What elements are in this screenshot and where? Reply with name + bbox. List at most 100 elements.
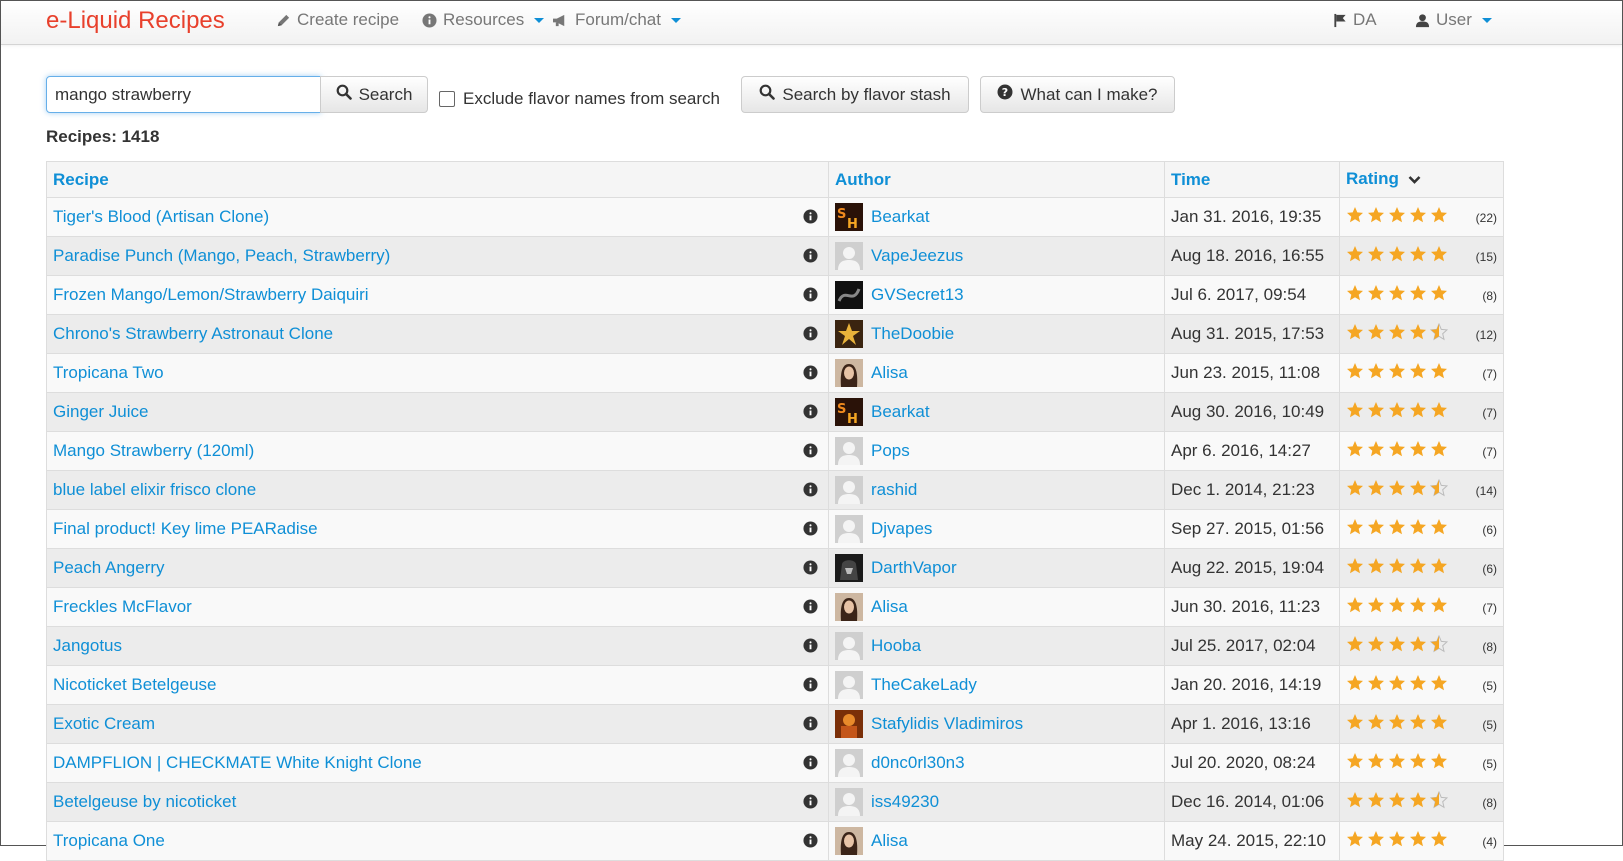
recipe-link[interactable]: Exotic Cream [53,714,155,733]
avatar[interactable] [835,827,863,855]
star-icon [1346,206,1364,229]
avatar[interactable] [835,320,863,348]
avatar[interactable] [835,710,863,738]
recipe-link[interactable]: Nicoticket Betelgeuse [53,675,216,694]
author-link[interactable]: Hooba [871,636,921,656]
author-link[interactable]: iss49230 [871,792,939,812]
avatar[interactable] [835,515,863,543]
avatar[interactable] [835,281,863,309]
author-link[interactable]: Alisa [871,597,908,617]
recipe-link[interactable]: DAMPFLION | CHECKMATE White Knight Clone [53,753,422,772]
search-input[interactable] [46,76,321,113]
recipe-link[interactable]: Freckles McFlavor [53,597,192,616]
rating-cell: (5) [1339,704,1504,744]
info-circle-icon[interactable] [803,248,818,268]
info-circle-icon[interactable] [803,443,818,463]
table-header-row: Recipe Author Time Rating [46,161,1504,198]
recipe-link[interactable]: Ginger Juice [53,402,148,421]
recipe-link[interactable]: blue label elixir frisco clone [53,480,256,499]
author-link[interactable]: DarthVapor [871,558,957,578]
author-link[interactable]: Djvapes [871,519,932,539]
recipe-link[interactable]: Tropicana One [53,831,165,850]
nav-language[interactable]: DA [1333,10,1377,30]
star-icon [1388,440,1406,463]
avatar[interactable] [835,437,863,465]
avatar[interactable] [835,554,863,582]
info-circle-icon[interactable] [803,560,818,580]
nav-create-recipe[interactable]: Create recipe [276,10,399,30]
avatar[interactable]: SH [835,203,863,231]
author-link[interactable]: rashid [871,480,917,500]
column-header-recipe[interactable]: Recipe [46,161,829,198]
nav-user[interactable]: User [1415,10,1492,30]
author-link[interactable]: Bearkat [871,207,930,227]
rating-count: (12) [1475,328,1497,342]
info-circle-icon[interactable] [803,833,818,853]
recipe-link[interactable]: Betelgeuse by nicoticket [53,792,236,811]
column-header-time[interactable]: Time [1164,161,1340,198]
avatar[interactable] [835,242,863,270]
info-circle-icon[interactable] [803,404,818,424]
exclude-flavors-checkbox[interactable] [439,91,455,107]
info-circle-icon[interactable] [803,482,818,502]
info-circle-icon[interactable] [803,794,818,814]
avatar[interactable]: SH [835,398,863,426]
info-circle-icon[interactable] [803,365,818,385]
column-header-rating[interactable]: Rating [1339,161,1504,198]
svg-text:S: S [837,402,846,417]
info-circle-icon[interactable] [803,677,818,697]
nav-language-label: DA [1353,10,1377,29]
recipe-link[interactable]: Mango Strawberry (120ml) [53,441,254,460]
avatar[interactable] [835,476,863,504]
star-icon [1388,284,1406,307]
author-link[interactable]: Stafylidis Vladimiros [871,714,1023,734]
recipe-link[interactable]: Tiger's Blood (Artisan Clone) [53,207,269,226]
author-link[interactable]: Pops [871,441,910,461]
recipe-link[interactable]: Final product! Key lime PEARadise [53,519,318,538]
recipe-link[interactable]: Peach Angerry [53,558,165,577]
brand-logo[interactable]: e-Liquid Recipes [46,7,225,35]
what-can-i-make-button[interactable]: ? What can I make? [980,76,1175,113]
star-icon [1388,206,1406,229]
avatar[interactable] [835,593,863,621]
author-link[interactable]: Alisa [871,831,908,851]
search-button[interactable]: Search [320,76,428,113]
author-link[interactable]: Alisa [871,363,908,383]
info-circle-icon[interactable] [803,209,818,229]
info-circle-icon[interactable] [803,287,818,307]
avatar[interactable] [835,632,863,660]
author-link[interactable]: GVSecret13 [871,285,964,305]
rating-cell: (8) [1339,275,1504,315]
star-icon [1409,284,1427,307]
author-cell: Alisa [828,821,1165,861]
search-by-stash-button[interactable]: Search by flavor stash [741,76,969,113]
info-circle-icon[interactable] [803,521,818,541]
recipe-link[interactable]: Frozen Mango/Lemon/Strawberry Daiquiri [53,285,369,304]
recipe-link[interactable]: Paradise Punch (Mango, Peach, Strawberry… [53,246,390,265]
recipe-link[interactable]: Jangotus [53,636,122,655]
nav-resources[interactable]: Resources [422,10,545,30]
star-rating [1346,362,1448,385]
avatar[interactable] [835,788,863,816]
author-link[interactable]: d0nc0rl30n3 [871,753,965,773]
time-cell: Aug 30. 2016, 10:49 [1164,392,1340,432]
info-circle-icon[interactable] [803,638,818,658]
info-circle-icon[interactable] [803,755,818,775]
exclude-flavors-toggle[interactable]: Exclude flavor names from search [439,89,720,109]
recipe-link[interactable]: Tropicana Two [53,363,164,382]
author-link[interactable]: Bearkat [871,402,930,422]
info-circle-icon[interactable] [803,599,818,619]
nav-forum-chat[interactable]: Forum/chat [552,10,681,30]
avatar[interactable] [835,359,863,387]
author-link[interactable]: TheCakeLady [871,675,977,695]
recipe-link[interactable]: Chrono's Strawberry Astronaut Clone [53,324,333,343]
author-link[interactable]: VapeJeezus [871,246,963,266]
column-header-author[interactable]: Author [828,161,1165,198]
avatar[interactable] [835,671,863,699]
avatar[interactable] [835,749,863,777]
info-circle-icon[interactable] [803,716,818,736]
nav-resources-label: Resources [443,10,525,29]
info-circle-icon[interactable] [803,326,818,346]
author-link[interactable]: TheDoobie [871,324,954,344]
author-cell: S H Bearkat [828,392,1165,432]
